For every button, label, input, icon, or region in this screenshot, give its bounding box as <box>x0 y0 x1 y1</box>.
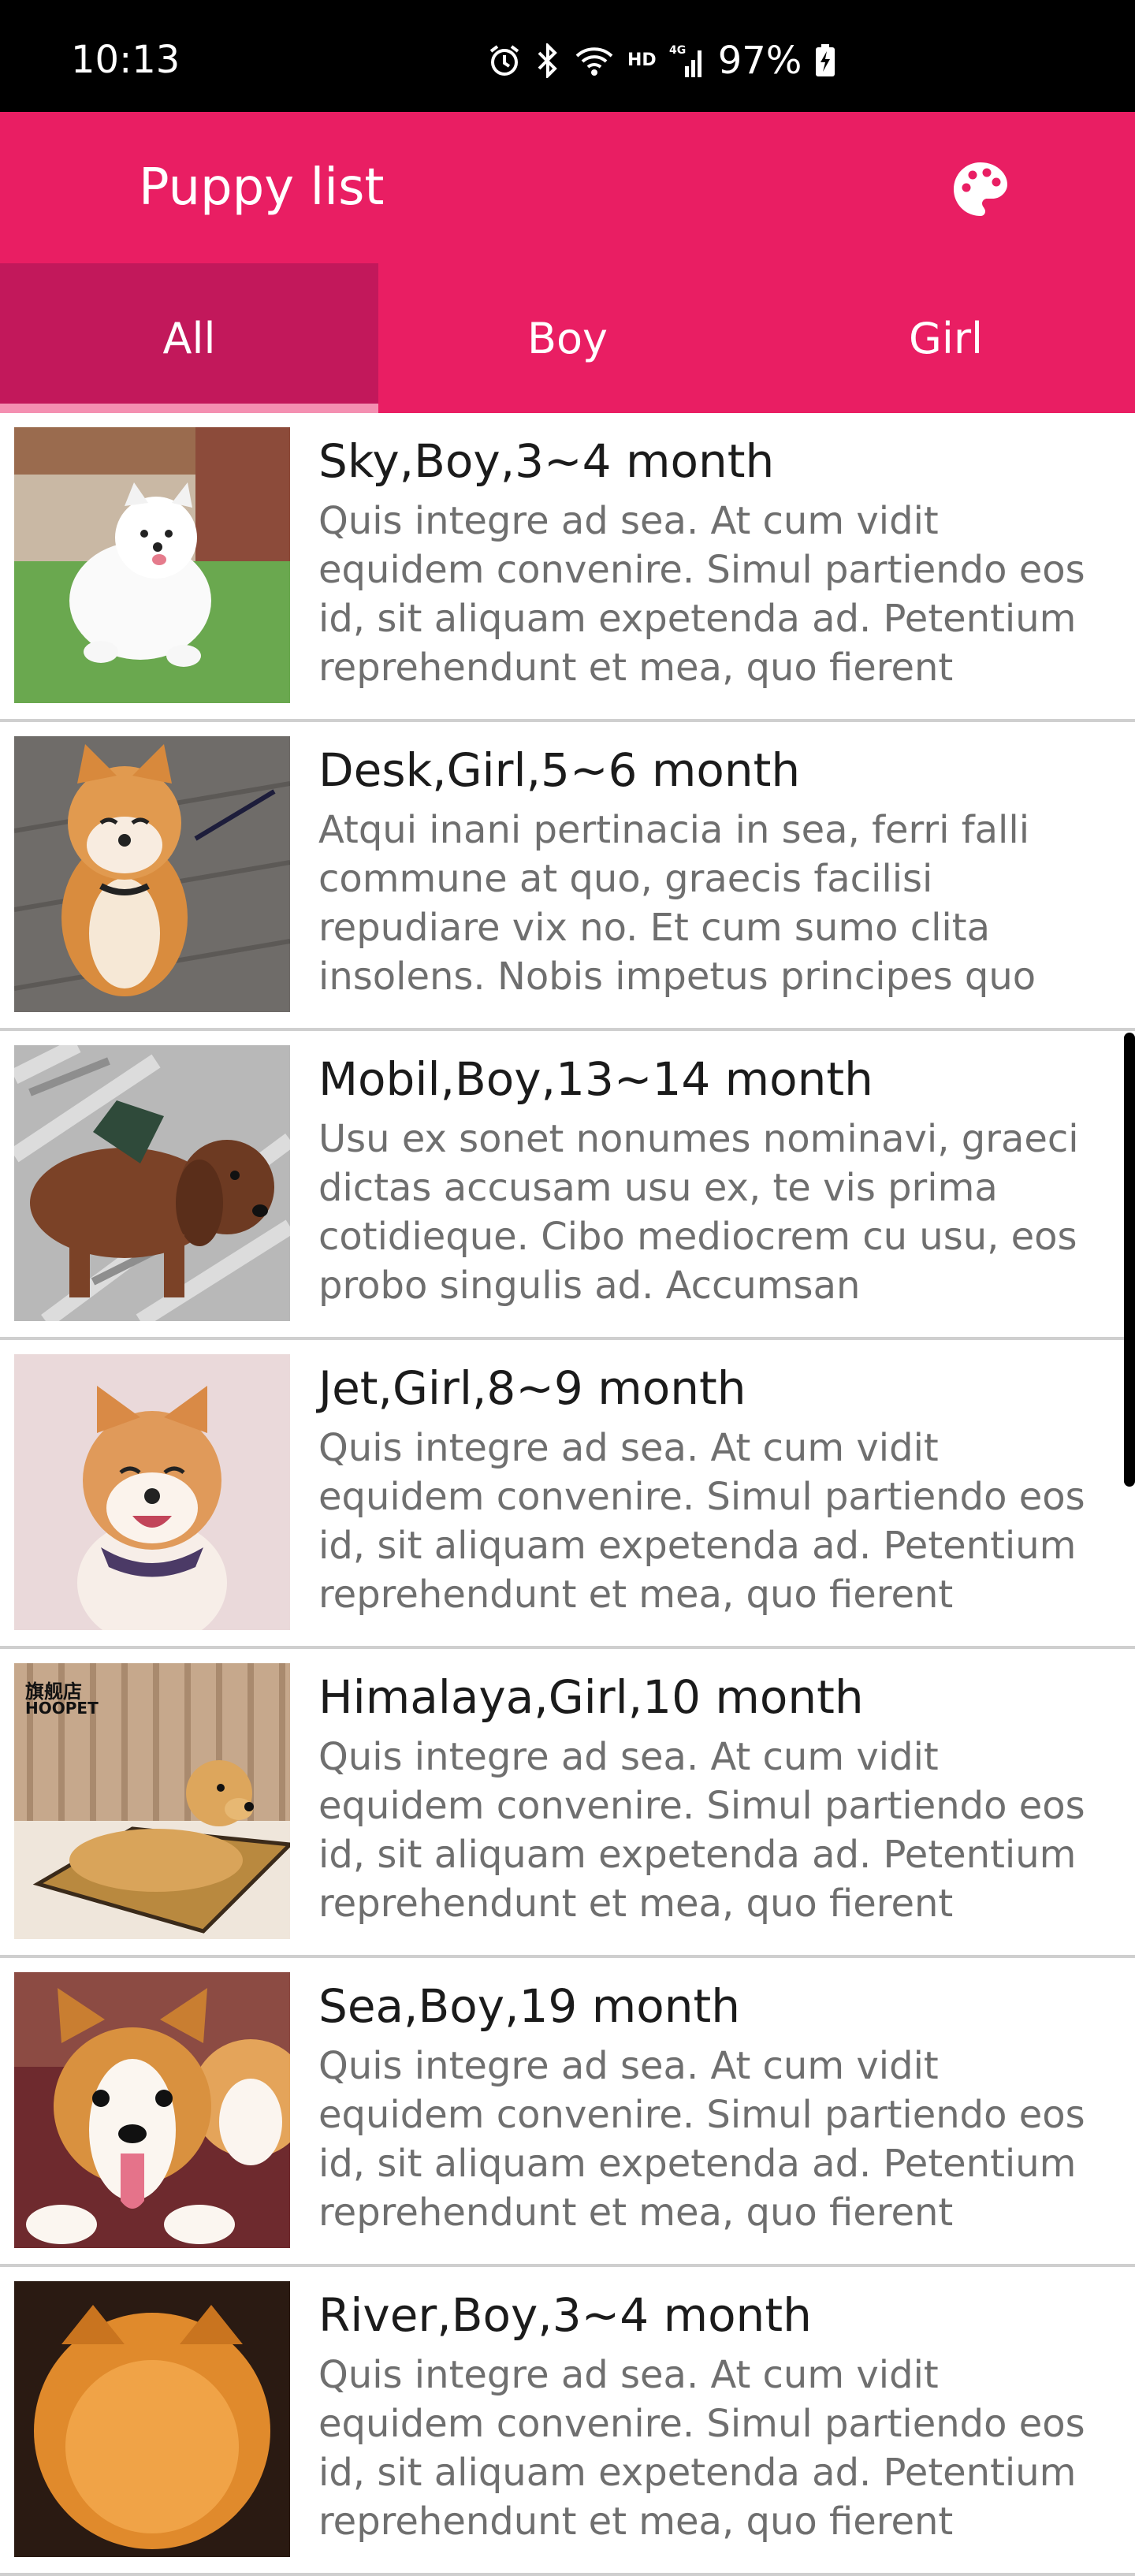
puppy-photo <box>14 1354 290 1630</box>
list-item[interactable]: Jet,Girl,8~9 month Quis integre ad sea. … <box>0 1340 1135 1649</box>
list-item[interactable]: Sea,Boy,19 month Quis integre ad sea. At… <box>0 1958 1135 2267</box>
battery-percent: 97% <box>717 39 802 83</box>
svg-text:HOOPET: HOOPET <box>25 1699 99 1718</box>
tab-bar: All Boy Girl <box>0 263 1135 413</box>
puppy-description: Quis integre ad sea. At cum vidit equide… <box>318 2353 1085 2544</box>
tab-label: Girl <box>908 313 984 363</box>
status-icons: HD 4G 97% <box>487 39 836 82</box>
puppy-photo <box>14 736 290 1012</box>
puppy-title: Desk,Girl,5~6 month <box>318 743 801 797</box>
puppy-title: Jet,Girl,8~9 month <box>318 1361 746 1415</box>
status-bar: 10:13 HD 4G 97% <box>0 0 1135 112</box>
puppy-list: Sky,Boy,3~4 month Quis integre ad sea. A… <box>0 413 1135 2576</box>
list-item[interactable]: Desk,Girl,5~6 month Atqui inani pertinac… <box>0 722 1135 1031</box>
svg-text:4G: 4G <box>669 44 686 57</box>
puppy-description: Quis integre ad sea. At cum vidit equide… <box>318 499 1085 690</box>
list-item[interactable]: Mobil,Boy,13~14 month Usu ex sonet nonum… <box>0 1031 1135 1340</box>
tab-label: All <box>162 313 216 363</box>
puppy-description: Quis integre ad sea. At cum vidit equide… <box>318 1426 1085 1617</box>
bluetooth-icon <box>534 43 561 78</box>
theme-button[interactable] <box>949 158 1012 221</box>
scrollbar[interactable] <box>1124 1033 1135 1487</box>
puppy-photo: 旗舰店 HOOPET <box>14 1663 290 1939</box>
palette-icon <box>949 162 1012 224</box>
puppy-title: Sky,Boy,3~4 month <box>318 434 775 488</box>
puppy-description: Usu ex sonet nonumes nominavi, graeci di… <box>318 1117 1079 1308</box>
page-title: Puppy list <box>139 158 385 217</box>
status-time: 10:13 <box>71 38 180 82</box>
puppy-description: Quis integre ad sea. At cum vidit equide… <box>318 2044 1085 2235</box>
wifi-icon <box>574 43 615 78</box>
puppy-description: Quis integre ad sea. At cum vidit equide… <box>318 1735 1085 1926</box>
puppy-title: Mobil,Boy,13~14 month <box>318 1052 873 1106</box>
list-item[interactable]: Sky,Boy,3~4 month Quis integre ad sea. A… <box>0 413 1135 722</box>
puppy-photo <box>14 1972 290 2248</box>
signal-icon: 4G <box>669 43 705 79</box>
alarm-icon <box>487 43 522 78</box>
tab-label: Boy <box>527 313 608 363</box>
puppy-photo <box>14 1045 290 1321</box>
tab-girl[interactable]: Girl <box>757 263 1135 413</box>
list-item[interactable]: River,Boy,3~4 month Quis integre ad sea.… <box>0 2267 1135 2576</box>
puppy-photo <box>14 2281 290 2557</box>
puppy-description: Atqui inani pertinacia in sea, ferri fal… <box>318 808 1036 999</box>
battery-charging-icon <box>814 43 836 78</box>
puppy-title: Sea,Boy,19 month <box>318 1979 740 2033</box>
tab-all[interactable]: All <box>0 263 378 413</box>
puppy-title: River,Boy,3~4 month <box>318 2288 812 2342</box>
hd-indicator: HD <box>627 50 657 70</box>
puppy-photo <box>14 427 290 703</box>
tab-boy[interactable]: Boy <box>378 263 757 413</box>
list-item[interactable]: 旗舰店 HOOPET Himalaya,Girl,10 month Quis i… <box>0 1649 1135 1958</box>
puppy-title: Himalaya,Girl,10 month <box>318 1670 864 1724</box>
